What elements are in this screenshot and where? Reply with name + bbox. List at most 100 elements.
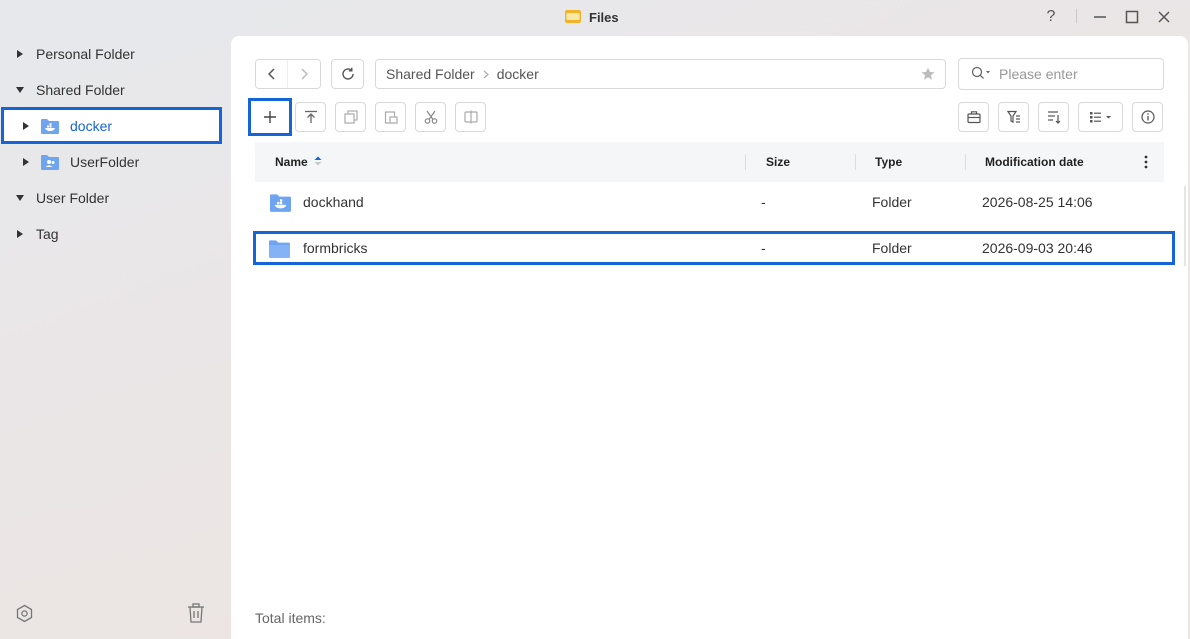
file-name: formbricks [303,240,368,256]
copy-button[interactable] [335,102,366,132]
search-box[interactable] [958,58,1164,90]
breadcrumb-root[interactable]: Shared Folder [386,66,475,82]
back-button[interactable] [256,60,288,88]
paste-button[interactable] [375,102,406,132]
list-view-icon [1089,112,1111,123]
upload-button[interactable] [295,102,326,132]
upload-icon [304,110,317,123]
column-divider [745,154,746,170]
trash-icon[interactable] [187,603,205,626]
column-size-header[interactable]: Size [766,142,790,182]
column-type-label: Type [875,155,903,169]
window-title: Files [589,9,619,25]
column-type-header[interactable]: Type [875,142,902,182]
sort-button[interactable] [1038,102,1069,132]
window-title-group: Files [565,8,619,26]
column-modified-label: Modification date [985,155,1084,169]
docker-folder-icon [41,118,59,134]
sidebar-item-label: docker [70,117,113,134]
breadcrumb[interactable]: Shared Folder docker [375,59,946,89]
minimize-button[interactable] [1088,6,1112,28]
breadcrumb-current[interactable]: docker [497,66,539,82]
column-size-label: Size [766,155,791,169]
file-type: Folder [872,240,912,256]
sidebar: Personal Folder Shared Folder docker Use… [0,36,230,639]
favorite-star-icon[interactable] [921,67,935,84]
sidebar-item-user-folder[interactable]: User Folder [0,180,230,216]
title-divider [1076,9,1077,23]
refresh-button[interactable] [331,59,364,89]
file-modified: 2026-09-03 20:46 [982,240,1093,256]
sidebar-item-label: Shared Folder [36,82,125,98]
plus-icon [264,111,276,123]
caret-right-icon [21,121,31,131]
search-input[interactable] [999,66,1139,82]
sidebar-item-userfolder[interactable]: UserFolder [0,144,230,180]
sort-icon [1047,111,1060,124]
cut-button[interactable] [415,102,446,132]
file-modified: 2026-08-25 14:06 [982,194,1093,210]
column-name-label: Name [275,155,308,169]
folder-icon [269,234,290,262]
scissors-icon [424,110,437,124]
sort-asc-icon [314,155,322,169]
maximize-button[interactable] [1120,6,1144,28]
info-icon [1140,110,1155,124]
main-panel: Shared Folder docker Please enter Name S… [231,36,1188,639]
search-icon[interactable] [971,66,991,83]
docker-folder-icon [270,182,291,222]
paste-icon [384,111,398,124]
title-bar: Files ? [0,0,1190,34]
chevron-left-icon [267,68,275,80]
chevron-right-icon [301,68,308,80]
file-size: - [761,194,766,210]
forward-button[interactable] [288,60,320,88]
column-modified-header[interactable]: Modification date [985,142,1084,182]
caret-down-icon [15,193,25,203]
view-mode-button[interactable] [1078,102,1123,132]
caret-down-icon [15,85,25,95]
sidebar-item-label: Tag [36,226,59,242]
sidebar-item-label: UserFolder [70,154,140,170]
sidebar-item-label: Personal Folder [36,46,135,62]
sidebar-item-personal-folder[interactable]: Personal Folder [0,36,230,72]
chevron-right-icon [483,66,489,82]
sidebar-item-docker[interactable]: docker [1,107,222,144]
rename-button[interactable] [455,102,486,132]
user-folder-icon [41,154,59,170]
sidebar-item-label: User Folder [36,190,110,206]
toolbox-button[interactable] [958,102,989,132]
files-app-icon [565,9,581,26]
column-divider [855,154,856,170]
info-button[interactable] [1132,102,1163,132]
settings-icon[interactable] [15,604,34,626]
filter-icon [1006,110,1020,123]
more-vertical-icon [1144,155,1148,169]
scrollbar[interactable] [1184,186,1186,266]
minimize-icon [1094,16,1106,18]
file-size: - [761,240,766,256]
sidebar-item-tag[interactable]: Tag [0,216,230,252]
caret-right-icon [15,229,25,239]
column-options-button[interactable] [1144,142,1148,182]
briefcase-icon [966,111,981,124]
close-button[interactable] [1152,6,1176,28]
help-button[interactable]: ? [1039,6,1063,28]
table-row[interactable]: dockhand - Folder 2026-08-25 14:06 [255,182,1164,222]
sidebar-item-shared-folder[interactable]: Shared Folder [0,72,230,108]
column-divider [965,154,966,170]
rename-icon [463,110,478,124]
column-name-header[interactable]: Name [275,142,322,182]
maximize-icon [1125,10,1139,24]
refresh-icon [341,67,354,80]
close-icon [1158,11,1170,23]
table-header: Name Size Type Modification date [255,142,1164,182]
nav-buttons [255,59,321,89]
table-row-selected[interactable]: formbricks - Folder 2026-09-03 20:46 [253,231,1175,265]
file-name: dockhand [303,194,364,210]
caret-right-icon [15,49,25,59]
add-button[interactable] [255,102,285,132]
caret-right-icon [21,157,31,167]
filter-button[interactable] [998,102,1029,132]
file-type: Folder [872,194,912,210]
